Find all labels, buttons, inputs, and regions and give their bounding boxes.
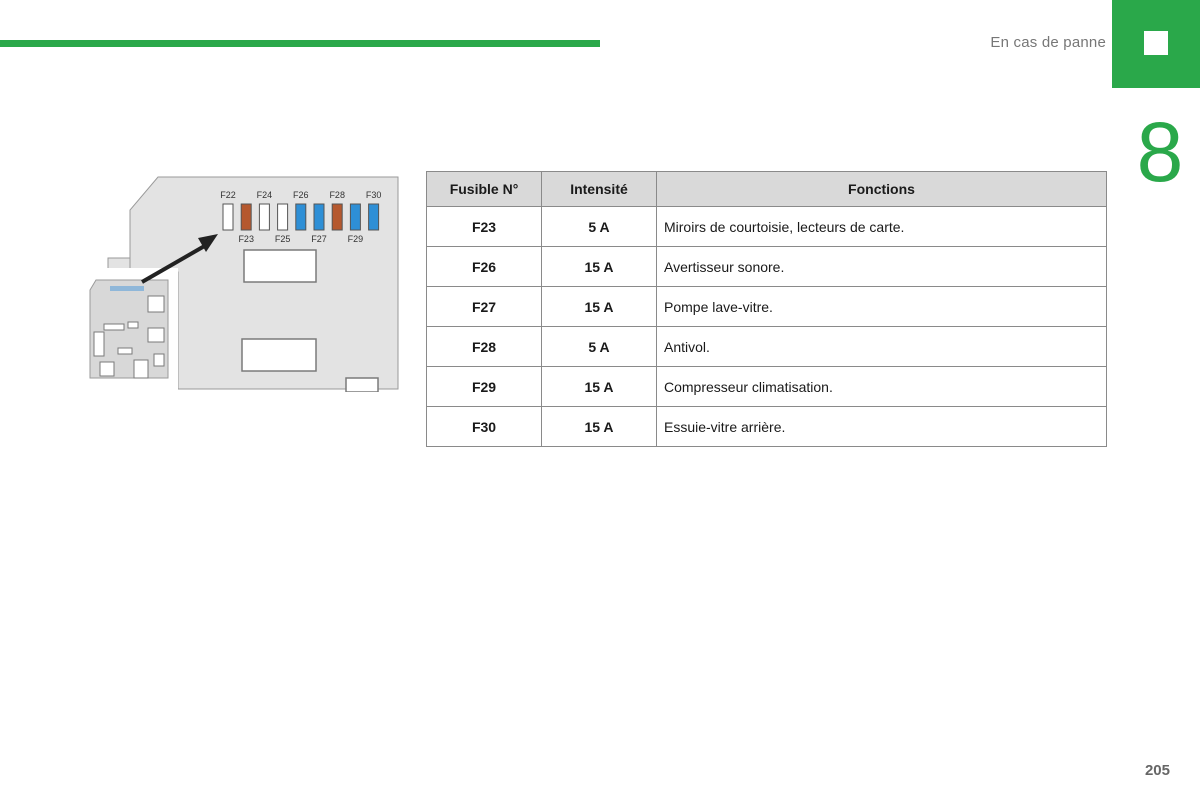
fuse-label-top: F24 [257,190,273,200]
fuse-label-top: F28 [329,190,345,200]
function-cell: Miroirs de courtoisie, lecteurs de carte… [656,206,1107,247]
table-row: F29 15 A Compresseur climatisation. [426,366,1107,407]
inset-block-6 [117,347,133,355]
table-row: F23 5 A Miroirs de courtoisie, lecteurs … [426,206,1107,247]
fuse-number-cell: F27 [426,286,542,327]
fuse-f25 [277,203,289,231]
inset-block-3 [153,353,165,367]
fuse-table-header-row: Fusible N° Intensité Fonctions [426,171,1107,207]
fuse-label-top: F26 [293,190,309,200]
intensity-cell: 15 A [541,366,657,407]
function-cell: Essuie-vitre arrière. [656,406,1107,447]
inset-block-7 [127,321,139,329]
relay-top [243,249,317,283]
fuse-number-cell: F29 [426,366,542,407]
inset-block-8 [103,323,125,331]
intensity-cell: 15 A [541,286,657,327]
intensity-cell: 15 A [541,406,657,447]
chapter-tab-square-icon [1144,31,1168,55]
intensity-cell: 5 A [541,206,657,247]
fuse-label-bottom: F27 [311,234,327,244]
inset-block-2 [147,327,165,343]
fuse-label-top: F30 [366,190,382,200]
fuse-f28 [331,203,343,231]
fuse-label-bottom: F23 [238,234,254,244]
fuse-row [222,203,380,231]
intensity-cell: 15 A [541,246,657,287]
function-cell: Pompe lave-vitre. [656,286,1107,327]
fuse-f27 [313,203,325,231]
relay-corner [345,377,379,392]
header-functions: Fonctions [656,171,1107,207]
header-fuse-number: Fusible N° [426,171,542,207]
relay-bottom [241,338,317,372]
function-cell: Avertisseur sonore. [656,246,1107,287]
fuse-label-bottom: F25 [275,234,291,244]
table-row: F30 15 A Essuie-vitre arrière. [426,406,1107,447]
intensity-cell: 5 A [541,326,657,367]
function-cell: Antivol. [656,326,1107,367]
fuse-f26 [295,203,307,231]
header-accent-bar [0,40,600,47]
fuse-f23 [240,203,252,231]
header-intensity: Intensité [541,171,657,207]
fuse-number-cell: F23 [426,206,542,247]
fuse-label-top: F22 [220,190,236,200]
table-row: F26 15 A Avertisseur sonore. [426,246,1107,287]
fuse-number-cell: F26 [426,246,542,287]
inset-block-1 [147,295,165,313]
table-row: F28 5 A Antivol. [426,326,1107,367]
chapter-tab [1112,0,1200,88]
fuse-f29 [349,203,361,231]
function-cell: Compresseur climatisation. [656,366,1107,407]
fuse-table: Fusible N° Intensité Fonctions F23 5 A M… [426,171,1107,447]
fuse-f22 [222,203,234,231]
fuse-number-cell: F28 [426,326,542,367]
page-number: 205 [1144,762,1170,779]
table-row: F27 15 A Pompe lave-vitre. [426,286,1107,327]
inset-block-5 [99,361,115,377]
fuse-label-bottom: F29 [348,234,364,244]
fuse-number-cell: F30 [426,406,542,447]
inset-fuse-strip [110,286,144,291]
inset-block-9 [93,331,105,357]
fuse-f24 [258,203,270,231]
fuse-f30 [368,203,380,231]
section-title: En cas de panne [990,34,1106,51]
chapter-number: 8 [1136,105,1184,199]
inset-block-4 [133,359,149,379]
fuse-box-diagram: F22 F24 F26 F28 F30 F23 F25 F27 F29 [78,176,399,392]
